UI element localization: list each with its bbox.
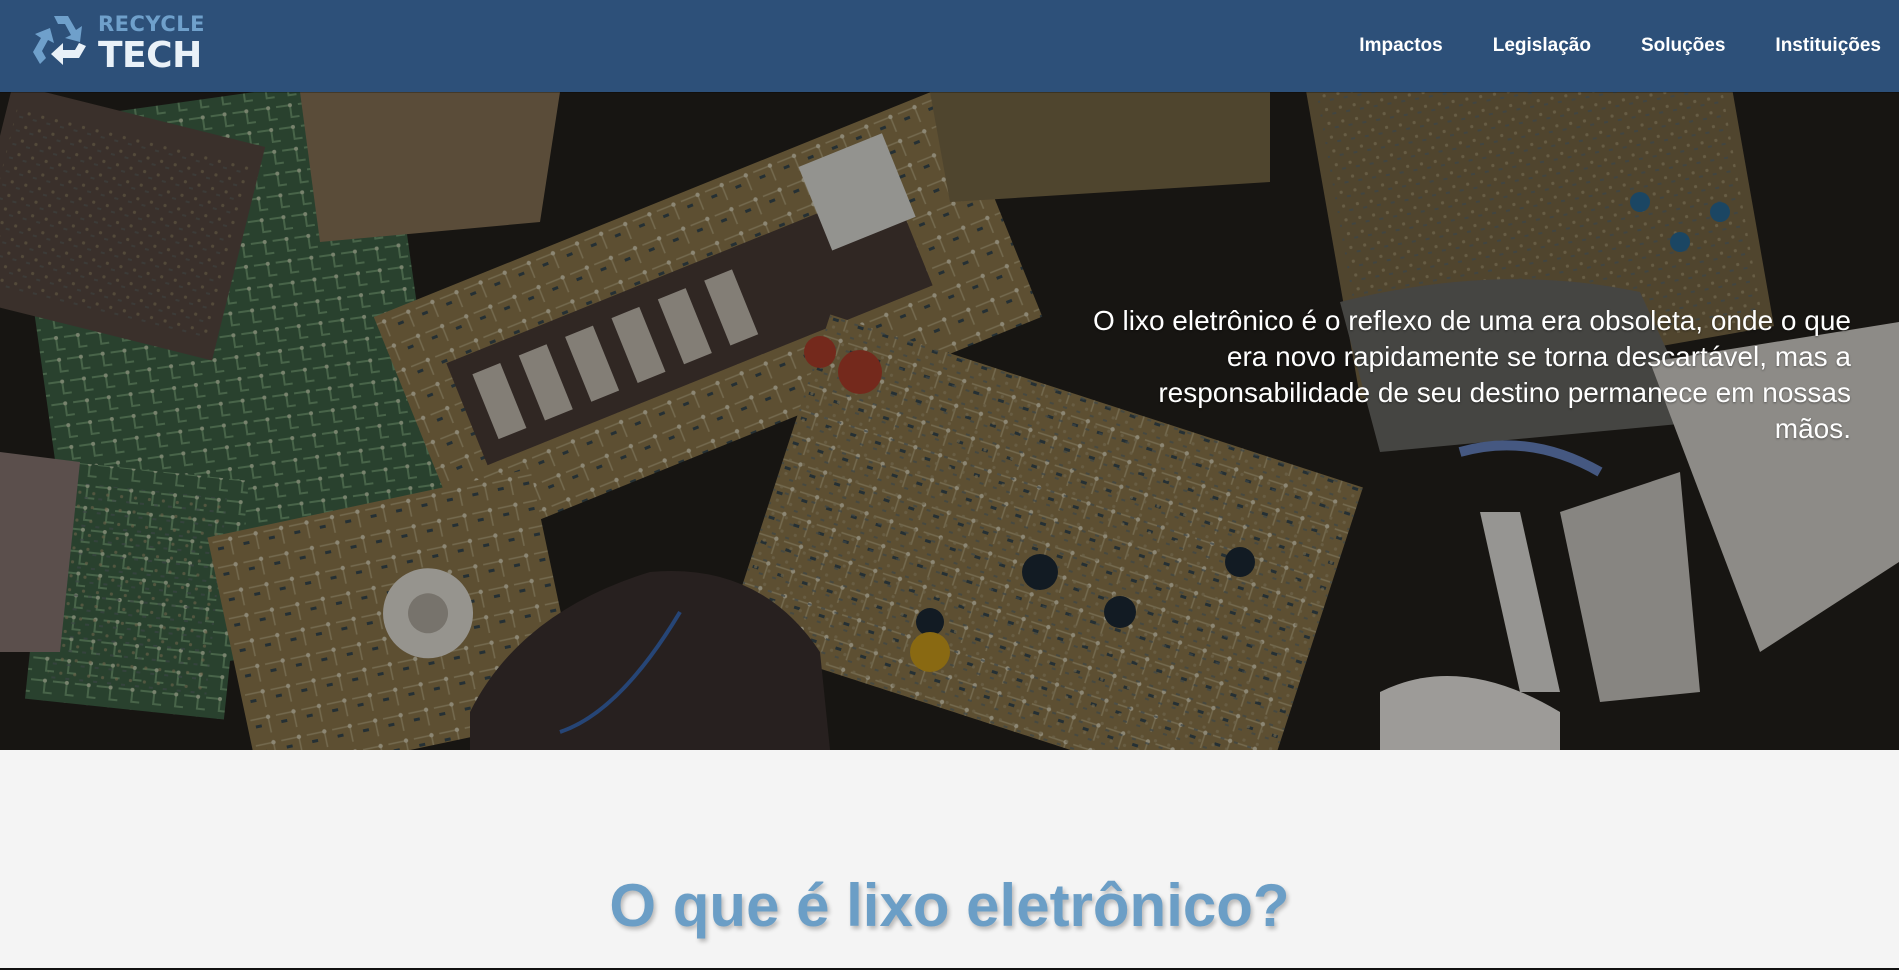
recycle-icon — [33, 16, 86, 65]
intro-section: O que é lixo eletrônico? — [0, 750, 1899, 970]
brand-name-top: RECYCLE — [98, 12, 206, 36]
site-header: RECYCLE TECH Impactos Legislação Soluçõe… — [0, 0, 1899, 92]
nav-link-solucoes[interactable]: Soluções — [1641, 35, 1725, 57]
main-nav: Impactos Legislação Soluções Instituiçõe… — [1359, 0, 1881, 92]
section-title: O que é lixo eletrônico? — [609, 872, 1290, 939]
nav-link-legislacao[interactable]: Legislação — [1493, 35, 1591, 57]
hero-banner: O lixo eletrônico é o reflexo de uma era… — [0, 92, 1899, 750]
nav-link-impactos[interactable]: Impactos — [1359, 35, 1442, 57]
brand-logo[interactable]: RECYCLE TECH — [30, 12, 205, 76]
nav-link-instituicoes[interactable]: Instituições — [1775, 35, 1881, 57]
brand-name-bottom: TECH — [98, 35, 202, 76]
hero-quote: O lixo eletrônico é o reflexo de uma era… — [1092, 305, 1851, 444]
